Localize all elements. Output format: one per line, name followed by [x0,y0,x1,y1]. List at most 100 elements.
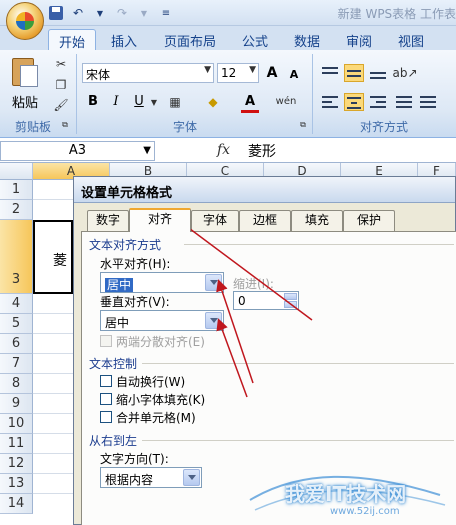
shrink-font-button[interactable]: A [285,66,303,84]
wrap-text-checkbox[interactable] [100,375,112,387]
shrink-to-fit-checkbox[interactable] [100,393,112,405]
bold-button[interactable]: B [84,93,102,111]
row-header[interactable]: 5 [0,314,33,334]
spinner-arrows-icon[interactable] [284,293,297,308]
tab-view[interactable]: 视图 [388,29,434,50]
increase-indent-icon[interactable] [418,93,438,111]
font-name-value: 宋体 [86,68,111,82]
office-button[interactable] [6,2,44,40]
tab-border[interactable]: 边框 [239,210,291,231]
chevron-down-icon[interactable]: ▼ [249,65,256,75]
align-bottom-icon[interactable] [368,64,388,82]
row-header[interactable]: 14 [0,494,33,514]
phonetic-button[interactable]: wén [274,93,298,111]
section-divider [184,244,454,245]
font-launcher-icon[interactable]: ⧉ [298,120,308,130]
underline-dropdown-icon[interactable]: ▼ [149,93,159,111]
underline-button[interactable]: U [130,93,148,111]
wrap-text-label[interactable]: 自动换行(W) [116,373,185,390]
row-header[interactable]: 4 [0,294,33,314]
formula-content[interactable]: 菱形 [248,141,276,161]
customize-qat-button[interactable]: ≡ [158,5,174,21]
chevron-down-icon[interactable] [205,274,222,291]
tab-home[interactable]: 开始 [48,29,96,51]
text-direction-select[interactable]: 根据内容 [100,467,202,488]
paste-button[interactable] [10,55,40,87]
row-header[interactable]: 10 [0,414,33,434]
redo-dropdown[interactable]: ▼ [136,5,152,21]
row-header[interactable]: 2 [0,200,33,220]
text-direction-value: 根据内容 [105,473,154,487]
indent-value: 0 [238,294,246,308]
italic-button[interactable]: I [107,93,125,111]
ribbon: 粘贴 ✂ ❐ 🖌 剪贴板 ⧉ 宋体 ▼ 12 ▼ A A B I U ▼ ▦ ◆… [0,50,456,138]
tab-number[interactable]: 数字 [87,210,129,231]
merge-cells-checkbox[interactable] [100,411,112,423]
select-all-corner[interactable] [0,163,33,180]
row-header[interactable]: 8 [0,374,33,394]
save-button[interactable] [48,5,64,21]
chevron-down-icon[interactable]: ▼ [143,142,151,160]
row-header[interactable]: 7 [0,354,33,374]
align-top-icon[interactable] [320,64,340,82]
indent-spinner[interactable]: 0 [233,291,299,310]
row-header[interactable]: 3 [0,220,33,294]
row-header[interactable]: 13 [0,474,33,494]
align-right-icon[interactable] [368,93,388,111]
tab-insert[interactable]: 插入 [100,29,148,50]
cut-icon[interactable]: ✂ [52,55,70,73]
copy-icon[interactable]: ❐ [52,76,70,94]
tab-review[interactable]: 审阅 [336,29,382,50]
chevron-down-icon[interactable] [183,469,200,486]
font-size-combo[interactable]: 12 ▼ [217,63,259,83]
border-icon[interactable]: ▦ [166,93,184,111]
align-middle-icon[interactable] [344,64,364,82]
tab-page-layout[interactable]: 页面布局 [152,29,228,50]
undo-dropdown[interactable]: ▼ [92,5,108,21]
vertical-align-label: 垂直对齐(V): [100,295,170,309]
gridline [33,313,73,314]
clipboard-launcher-icon[interactable]: ⧉ [60,120,70,130]
group-separator [76,54,77,134]
tab-alignment[interactable]: 对齐 [129,208,191,232]
alignment-group-label: 对齐方式 [359,120,408,134]
undo-button[interactable]: ↶ [70,5,86,21]
section-divider [142,363,454,364]
chevron-down-icon[interactable] [205,312,222,329]
tab-fill[interactable]: 填充 [291,210,343,231]
chevron-down-icon[interactable]: ▼ [204,65,211,75]
vertical-align-select[interactable]: 居中 [100,310,224,331]
tab-font[interactable]: 字体 [191,210,239,231]
merge-cells-label[interactable]: 合并单元格(M) [116,409,196,426]
gridline [33,473,73,474]
cell-a3[interactable]: 菱 [33,220,73,294]
name-box[interactable]: A3 ▼ [0,141,155,161]
decrease-indent-icon[interactable] [394,93,414,111]
row-header[interactable]: 6 [0,334,33,354]
fill-color-icon[interactable]: ◆ [204,93,222,111]
redo-button[interactable]: ↷ [114,5,130,21]
grow-font-button[interactable]: A [263,64,281,82]
tab-protection[interactable]: 保护 [343,210,395,231]
format-painter-icon[interactable]: 🖌 [52,96,70,114]
horizontal-align-select[interactable]: 居中 [100,272,224,293]
row-header[interactable]: 11 [0,434,33,454]
font-name-combo[interactable]: 宋体 ▼ [82,63,214,83]
insert-function-icon[interactable]: fx [217,142,230,158]
align-center-icon[interactable] [344,93,364,111]
row-header[interactable]: 9 [0,394,33,414]
row-header[interactable]: 12 [0,454,33,474]
align-left-icon[interactable] [320,93,340,111]
tab-formulas[interactable]: 公式 [232,29,278,50]
redo-icon: ↷ [116,6,128,20]
tab-data[interactable]: 数据 [284,29,330,50]
watermark-url: www.52ij.com [330,506,400,517]
orientation-icon[interactable]: ab↗ [392,64,417,82]
row-header[interactable]: 1 [0,180,33,200]
shrink-to-fit-label[interactable]: 缩小字体填充(K) [116,391,205,408]
paste-label[interactable]: 粘贴 [12,92,38,111]
group-separator [312,54,313,134]
font-color-button[interactable]: A [241,93,259,113]
font-group-label: 字体 [172,120,197,134]
formula-bar: A3 ▼ fx 菱形 [0,139,456,163]
